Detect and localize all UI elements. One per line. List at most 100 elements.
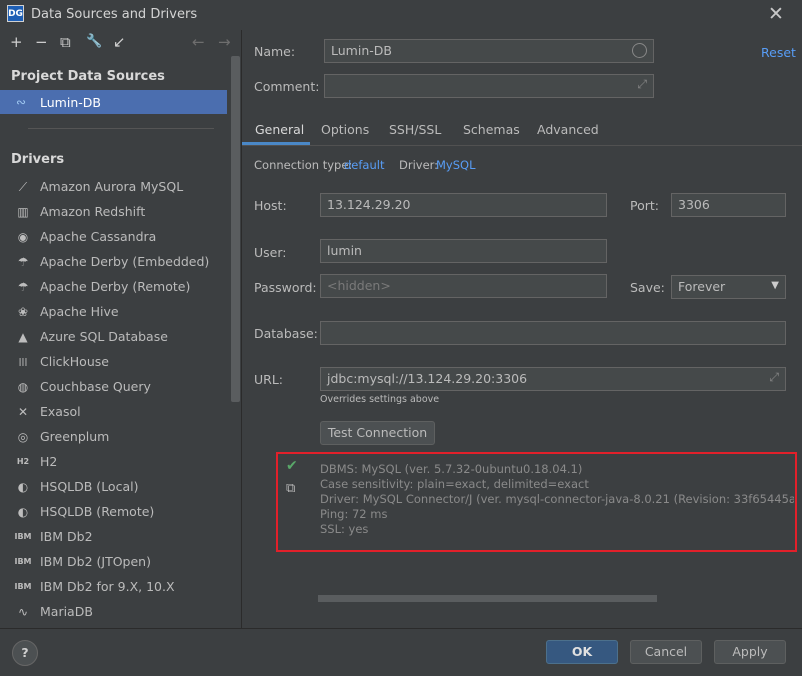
checkmark-icon: ✔ xyxy=(286,458,298,474)
url-hint: Overrides settings above xyxy=(320,394,440,405)
driver-icon: ||| xyxy=(18,357,28,366)
database-label: Database: xyxy=(254,326,318,341)
add-icon[interactable]: + xyxy=(10,33,23,51)
url-value: jdbc:mysql://13.124.29.20:3306 xyxy=(327,371,528,386)
footer-divider xyxy=(0,628,802,629)
comment-field[interactable]: ⤢ xyxy=(324,74,654,98)
result-line: Case sensitivity: plain=exact, delimited… xyxy=(320,477,589,491)
divider xyxy=(28,128,214,129)
forward-arrow-icon[interactable]: → xyxy=(218,33,231,51)
driver-icon: ❀ xyxy=(17,305,29,319)
help-button[interactable]: ? xyxy=(12,640,38,666)
driver-icon: IBM xyxy=(14,532,32,541)
apply-button[interactable]: Apply xyxy=(714,640,786,664)
color-circle-icon[interactable] xyxy=(632,43,647,58)
driver-label: HSQLDB (Local) xyxy=(40,479,139,494)
user-field[interactable]: lumin xyxy=(320,239,607,263)
driver-icon: ∿ xyxy=(17,605,29,619)
password-label: Password: xyxy=(254,280,317,295)
tab-divider xyxy=(242,145,802,146)
user-label: User: xyxy=(254,245,287,260)
port-label: Port: xyxy=(630,198,659,213)
tab-advanced[interactable]: Advanced xyxy=(537,122,599,137)
driver-item[interactable]: ∿ MariaDB xyxy=(14,601,229,623)
driver-label: Apache Cassandra xyxy=(40,229,157,244)
driver-label: Driver: xyxy=(399,158,439,172)
driver-item[interactable]: ☂ Apache Derby (Embedded) xyxy=(14,251,229,273)
result-line: Ping: 72 ms xyxy=(320,507,388,521)
driver-label: Amazon Aurora MySQL xyxy=(40,179,184,194)
save-select[interactable]: Forever ▼ xyxy=(671,275,786,299)
connection-type-label: Connection type: xyxy=(254,158,353,172)
expand-icon[interactable]: ⤢ xyxy=(769,370,779,385)
driver-link[interactable]: MySQL xyxy=(436,158,476,172)
tab-options[interactable]: Options xyxy=(321,122,369,137)
driver-item[interactable]: ◍ Couchbase Query xyxy=(14,376,229,398)
driver-label: Greenplum xyxy=(40,429,110,444)
connection-type-link[interactable]: default xyxy=(344,158,384,172)
driver-item[interactable]: ◎ Greenplum xyxy=(14,426,229,448)
driver-item[interactable]: ◐ HSQLDB (Remote) xyxy=(14,501,229,523)
driver-label: Couchbase Query xyxy=(40,379,151,394)
reset-link[interactable]: Reset xyxy=(761,45,796,60)
driver-label: IBM Db2 (JTOpen) xyxy=(40,554,151,569)
left-scrollbar[interactable] xyxy=(231,56,240,402)
data-source-item-lumin-db[interactable] xyxy=(0,90,227,114)
test-connection-button[interactable]: Test Connection xyxy=(320,421,435,445)
project-data-sources-header: Project Data Sources xyxy=(11,69,165,84)
back-arrow-icon[interactable]: ← xyxy=(192,33,205,51)
driver-item[interactable]: IBM IBM Db2 (JTOpen) xyxy=(14,551,229,573)
driver-label: Exasol xyxy=(40,404,81,419)
driver-item[interactable]: ▥ Amazon Redshift xyxy=(14,201,229,223)
import-icon[interactable]: ↙ xyxy=(113,33,126,51)
driver-icon: ◍ xyxy=(17,380,29,394)
remove-icon[interactable]: − xyxy=(35,33,48,51)
driver-label: Apache Derby (Embedded) xyxy=(40,254,210,269)
driver-label: Apache Derby (Remote) xyxy=(40,279,191,294)
driver-item[interactable]: H2 H2 xyxy=(14,451,229,473)
database-field[interactable] xyxy=(320,321,786,345)
result-line: SSL: yes xyxy=(320,522,369,536)
wrench-icon[interactable]: 🔧 xyxy=(86,33,102,51)
driver-item[interactable]: IBM IBM Db2 xyxy=(14,526,229,548)
result-line: DBMS: MySQL (ver. 5.7.32-0ubuntu0.18.04.… xyxy=(320,462,583,476)
url-field[interactable]: jdbc:mysql://13.124.29.20:3306 ⤢ xyxy=(320,367,786,391)
copy-icon[interactable]: ⧉ xyxy=(286,481,295,496)
chevron-down-icon: ▼ xyxy=(771,280,779,291)
driver-icon: ◐ xyxy=(17,505,29,519)
driver-label: Amazon Redshift xyxy=(40,204,146,219)
driver-icon: ▲ xyxy=(18,330,28,344)
ok-button[interactable]: OK xyxy=(546,640,618,664)
driver-label: Azure SQL Database xyxy=(40,329,168,344)
driver-icon: H2 xyxy=(16,457,30,466)
drivers-header: Drivers xyxy=(11,152,65,167)
driver-item[interactable]: ✕ Exasol xyxy=(14,401,229,423)
driver-item[interactable]: IBM IBM Db2 for 9.X, 10.X xyxy=(14,576,229,598)
driver-item[interactable]: ◉ Apache Cassandra xyxy=(14,226,229,248)
window-title: Data Sources and Drivers xyxy=(31,7,198,22)
driver-item[interactable]: ☂ Apache Derby (Remote) xyxy=(14,276,229,298)
horizontal-scrollbar[interactable] xyxy=(318,595,657,602)
driver-item[interactable]: ⟋ Amazon Aurora MySQL xyxy=(14,176,229,198)
driver-label: Apache Hive xyxy=(40,304,119,319)
driver-item[interactable]: ◐ HSQLDB (Local) xyxy=(14,476,229,498)
driver-item[interactable]: ||| ClickHouse xyxy=(14,351,229,373)
driver-label: IBM Db2 for 9.X, 10.X xyxy=(40,579,175,594)
host-field[interactable]: 13.124.29.20 xyxy=(320,193,607,217)
close-icon[interactable]: ✕ xyxy=(768,3,784,25)
driver-item[interactable]: ❀ Apache Hive xyxy=(14,301,229,323)
copy-icon[interactable]: ⧉ xyxy=(60,33,71,51)
host-label: Host: xyxy=(254,198,287,213)
expand-icon[interactable]: ⤢ xyxy=(637,77,647,92)
password-field[interactable]: <hidden> xyxy=(320,274,607,298)
driver-item[interactable]: ▲ Azure SQL Database xyxy=(14,326,229,348)
cancel-button[interactable]: Cancel xyxy=(630,640,702,664)
name-label: Name: xyxy=(254,44,296,59)
port-field[interactable]: 3306 xyxy=(671,193,786,217)
app-logo-icon: DG xyxy=(7,5,24,22)
tab-ssh-ssl[interactable]: SSH/SSL xyxy=(389,122,441,137)
tab-general[interactable]: General xyxy=(255,122,304,137)
tab-schemas[interactable]: Schemas xyxy=(463,122,520,137)
driver-label: MariaDB xyxy=(40,604,93,619)
name-field[interactable]: Lumin-DB xyxy=(324,39,654,63)
